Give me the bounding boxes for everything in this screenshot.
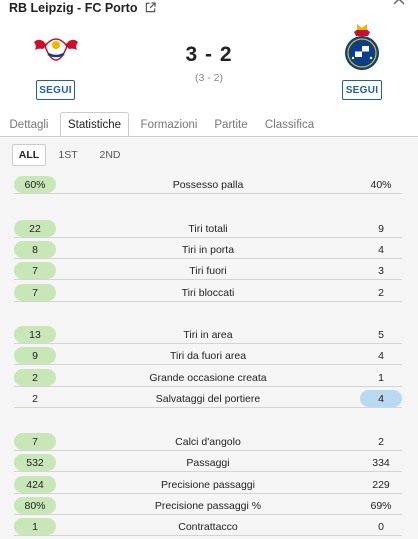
away-stat-value: 4 xyxy=(378,349,384,362)
stat-row: 8 Tiri in porta 4 xyxy=(14,240,402,259)
match-title-text[interactable]: RB Leipzig - FC Porto xyxy=(9,1,137,15)
stat-row: 7 Tiri fuori 3 xyxy=(14,261,402,280)
stat-row: 9 Tiri da fuori area 4 xyxy=(14,346,402,365)
home-stat-value: 7 xyxy=(14,433,56,450)
stat-row: 2 Grande occasione creata 1 xyxy=(14,368,402,387)
home-stat-value: 2 xyxy=(14,369,56,386)
external-link-icon[interactable] xyxy=(145,2,156,13)
period-2nd[interactable]: 2ND xyxy=(92,144,128,166)
away-stat-value: 4 xyxy=(360,390,402,407)
halftime-score: (3 - 2) xyxy=(194,72,223,84)
stat-row: 424 Precisione passaggi 229 xyxy=(14,475,402,494)
tab-dettagli[interactable]: Dettagli xyxy=(0,112,58,137)
stat-row: 7 Tiri bloccati 2 xyxy=(14,283,402,302)
stat-label: Possesso palla xyxy=(172,178,244,191)
tab-classifica[interactable]: Classifica xyxy=(258,112,321,137)
tab-formazioni[interactable]: Formazioni xyxy=(133,112,205,137)
home-stat-value: 8 xyxy=(14,241,56,258)
away-stat-value: 69% xyxy=(370,499,392,512)
match-header: RB Leipzig - FC Porto SEGUI SEGUI 3 - 2 … xyxy=(0,0,418,137)
home-stat-value: 532 xyxy=(14,454,56,471)
stat-label: Salvataggi del portiere xyxy=(155,392,261,405)
away-stat-value: 2 xyxy=(378,435,384,448)
stat-label: Precisione passaggi % xyxy=(154,499,262,512)
match-title[interactable]: RB Leipzig - FC Porto xyxy=(9,1,156,15)
tab-partite[interactable]: Partite xyxy=(207,112,255,137)
stat-label: Passaggi xyxy=(186,456,230,469)
stat-row: 60% Possesso palla 40% xyxy=(14,175,402,194)
stat-label: Tiri bloccati xyxy=(181,286,235,299)
stat-row: 22 Tiri totali 9 xyxy=(14,219,402,238)
tab-statistiche[interactable]: Statistiche xyxy=(60,112,129,137)
stat-row: 80% Precisione passaggi % 69% xyxy=(14,496,402,515)
home-stat-value: 13 xyxy=(14,326,56,343)
home-stat-value: 22 xyxy=(14,220,56,237)
away-stat-value: 5 xyxy=(378,328,384,341)
stat-row: 7 Calci d'angolo 2 xyxy=(14,432,402,451)
home-stat-value: 60% xyxy=(14,176,56,193)
home-stat-value: 9 xyxy=(14,347,56,364)
away-stat-value: 40% xyxy=(370,178,392,191)
stat-label: Tiri totali xyxy=(188,222,228,235)
away-stat-value: 3 xyxy=(378,264,384,277)
away-stat-value: 334 xyxy=(372,456,390,469)
period-1st[interactable]: 1ST xyxy=(51,144,85,166)
stat-row: 2 Salvataggi del portiere 4 xyxy=(14,389,402,408)
home-stat-value: 80% xyxy=(14,497,56,514)
stat-row: 1 Contrattacco 0 xyxy=(14,517,402,536)
stat-label: Calci d'angolo xyxy=(175,435,241,448)
away-stat-value: 0 xyxy=(378,520,384,533)
final-score: 3 - 2 xyxy=(185,43,233,66)
stat-label: Tiri in area xyxy=(183,328,233,341)
home-stat-value: 7 xyxy=(14,284,56,301)
stat-label: Precisione passaggi xyxy=(161,478,255,491)
stat-label: Grande occasione creata xyxy=(149,371,267,384)
away-stat-value: 1 xyxy=(378,371,384,384)
away-stat-value: 9 xyxy=(378,222,384,235)
home-stat-value: 7 xyxy=(14,262,56,279)
stat-label: Contrattacco xyxy=(178,520,238,533)
away-stat-value: 2 xyxy=(378,286,384,299)
stat-label: Tiri da fuori area xyxy=(169,349,247,362)
stat-row: 13 Tiri in area 5 xyxy=(14,325,402,344)
period-all[interactable]: ALL xyxy=(12,144,46,166)
away-stat-value: 229 xyxy=(372,478,390,491)
away-stat-value: 4 xyxy=(378,243,384,256)
home-stat-value: 1 xyxy=(14,518,56,535)
close-icon[interactable] xyxy=(392,0,406,6)
stat-label: Tiri fuori xyxy=(189,264,227,277)
home-stat-value: 424 xyxy=(14,476,56,493)
home-stat-value: 2 xyxy=(32,392,38,405)
stat-row: 532 Passaggi 334 xyxy=(14,453,402,472)
stat-label: Tiri in porta xyxy=(181,243,235,256)
match-tabs: Dettagli Statistiche Formazioni Partite … xyxy=(0,112,418,137)
